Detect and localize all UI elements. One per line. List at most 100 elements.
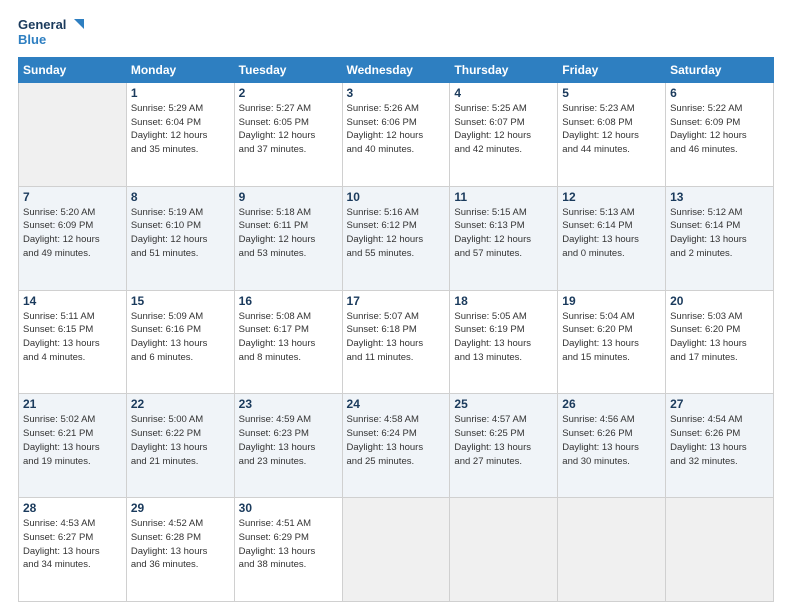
day-number: 9: [239, 190, 338, 204]
week-row-3: 14 Sunrise: 5:11 AM Sunset: 6:15 PM Dayli…: [19, 290, 774, 394]
calendar-cell: 22 Sunrise: 5:00 AM Sunset: 6:22 PM Dayli…: [126, 394, 234, 498]
day-number: 28: [23, 501, 122, 515]
calendar-cell: [666, 498, 774, 602]
calendar-cell: 3 Sunrise: 5:26 AM Sunset: 6:06 PM Daylig…: [342, 82, 450, 186]
calendar-table: SundayMondayTuesdayWednesdayThursdayFrid…: [18, 57, 774, 602]
day-info: Sunrise: 5:09 AM Sunset: 6:16 PM Dayligh…: [131, 310, 230, 365]
calendar-page: General Blue SundayMondayTuesdayWednesda…: [0, 0, 792, 612]
day-number: 30: [239, 501, 338, 515]
day-number: 4: [454, 86, 553, 100]
weekday-header-row: SundayMondayTuesdayWednesdayThursdayFrid…: [19, 57, 774, 82]
day-number: 10: [347, 190, 446, 204]
day-info: Sunrise: 5:03 AM Sunset: 6:20 PM Dayligh…: [670, 310, 769, 365]
day-info: Sunrise: 5:26 AM Sunset: 6:06 PM Dayligh…: [347, 102, 446, 157]
day-info: Sunrise: 4:58 AM Sunset: 6:24 PM Dayligh…: [347, 413, 446, 468]
calendar-cell: 15 Sunrise: 5:09 AM Sunset: 6:16 PM Dayli…: [126, 290, 234, 394]
day-number: 20: [670, 294, 769, 308]
day-number: 26: [562, 397, 661, 411]
day-info: Sunrise: 5:05 AM Sunset: 6:19 PM Dayligh…: [454, 310, 553, 365]
day-number: 2: [239, 86, 338, 100]
day-number: 15: [131, 294, 230, 308]
weekday-header-thursday: Thursday: [450, 57, 558, 82]
calendar-cell: 4 Sunrise: 5:25 AM Sunset: 6:07 PM Daylig…: [450, 82, 558, 186]
logo-arrow-icon: [70, 19, 84, 33]
week-row-5: 28Sunrise: 4:53 AM Sunset: 6:27 PM Dayli…: [19, 498, 774, 602]
calendar-cell: 17 Sunrise: 5:07 AM Sunset: 6:18 PM Dayli…: [342, 290, 450, 394]
day-info: Sunrise: 5:15 AM Sunset: 6:13 PM Dayligh…: [454, 206, 553, 261]
day-number: 16: [239, 294, 338, 308]
calendar-cell: [19, 82, 127, 186]
day-number: 18: [454, 294, 553, 308]
calendar-cell: 16Sunrise: 5:08 AM Sunset: 6:17 PM Dayli…: [234, 290, 342, 394]
weekday-header-sunday: Sunday: [19, 57, 127, 82]
day-info: Sunrise: 5:02 AM Sunset: 6:21 PM Dayligh…: [23, 413, 122, 468]
weekday-header-monday: Monday: [126, 57, 234, 82]
calendar-cell: 13 Sunrise: 5:12 AM Sunset: 6:14 PM Dayli…: [666, 186, 774, 290]
logo-general: General: [18, 18, 84, 33]
day-number: 25: [454, 397, 553, 411]
calendar-cell: [342, 498, 450, 602]
day-number: 14: [23, 294, 122, 308]
calendar-cell: 20 Sunrise: 5:03 AM Sunset: 6:20 PM Dayli…: [666, 290, 774, 394]
day-info: Sunrise: 5:12 AM Sunset: 6:14 PM Dayligh…: [670, 206, 769, 261]
calendar-cell: 19 Sunrise: 5:04 AM Sunset: 6:20 PM Dayli…: [558, 290, 666, 394]
weekday-header-tuesday: Tuesday: [234, 57, 342, 82]
day-number: 24: [347, 397, 446, 411]
calendar-cell: [558, 498, 666, 602]
day-number: 11: [454, 190, 553, 204]
day-info: Sunrise: 5:19 AM Sunset: 6:10 PM Dayligh…: [131, 206, 230, 261]
day-number: 3: [347, 86, 446, 100]
logo-container: General Blue: [18, 18, 84, 47]
header: General Blue: [18, 18, 774, 47]
calendar-cell: 24 Sunrise: 4:58 AM Sunset: 6:24 PM Dayli…: [342, 394, 450, 498]
day-info: Sunrise: 4:59 AM Sunset: 6:23 PM Dayligh…: [239, 413, 338, 468]
calendar-cell: 2 Sunrise: 5:27 AM Sunset: 6:05 PM Daylig…: [234, 82, 342, 186]
calendar-cell: 9 Sunrise: 5:18 AM Sunset: 6:11 PM Daylig…: [234, 186, 342, 290]
day-info: Sunrise: 5:13 AM Sunset: 6:14 PM Dayligh…: [562, 206, 661, 261]
day-info: Sunrise: 5:04 AM Sunset: 6:20 PM Dayligh…: [562, 310, 661, 365]
day-number: 13: [670, 190, 769, 204]
calendar-cell: 23 Sunrise: 4:59 AM Sunset: 6:23 PM Dayli…: [234, 394, 342, 498]
calendar-cell: 12 Sunrise: 5:13 AM Sunset: 6:14 PM Dayli…: [558, 186, 666, 290]
calendar-cell: 7Sunrise: 5:20 AM Sunset: 6:09 PM Daylig…: [19, 186, 127, 290]
day-info: Sunrise: 5:20 AM Sunset: 6:09 PM Dayligh…: [23, 206, 122, 261]
day-number: 27: [670, 397, 769, 411]
day-number: 19: [562, 294, 661, 308]
day-info: Sunrise: 5:27 AM Sunset: 6:05 PM Dayligh…: [239, 102, 338, 157]
day-number: 22: [131, 397, 230, 411]
day-info: Sunrise: 5:18 AM Sunset: 6:11 PM Dayligh…: [239, 206, 338, 261]
calendar-cell: 8Sunrise: 5:19 AM Sunset: 6:10 PM Daylig…: [126, 186, 234, 290]
day-number: 23: [239, 397, 338, 411]
day-number: 12: [562, 190, 661, 204]
calendar-cell: 14 Sunrise: 5:11 AM Sunset: 6:15 PM Dayli…: [19, 290, 127, 394]
day-info: Sunrise: 4:52 AM Sunset: 6:28 PM Dayligh…: [131, 517, 230, 572]
day-info: Sunrise: 5:23 AM Sunset: 6:08 PM Dayligh…: [562, 102, 661, 157]
day-info: Sunrise: 4:57 AM Sunset: 6:25 PM Dayligh…: [454, 413, 553, 468]
logo: General Blue: [18, 18, 84, 47]
day-number: 29: [131, 501, 230, 515]
weekday-header-wednesday: Wednesday: [342, 57, 450, 82]
calendar-cell: 27 Sunrise: 4:54 AM Sunset: 6:26 PM Dayli…: [666, 394, 774, 498]
calendar-cell: 10Sunrise: 5:16 AM Sunset: 6:12 PM Dayli…: [342, 186, 450, 290]
calendar-cell: 5 Sunrise: 5:23 AM Sunset: 6:08 PM Daylig…: [558, 82, 666, 186]
day-number: 21: [23, 397, 122, 411]
day-info: Sunrise: 4:54 AM Sunset: 6:26 PM Dayligh…: [670, 413, 769, 468]
day-info: Sunrise: 5:11 AM Sunset: 6:15 PM Dayligh…: [23, 310, 122, 365]
calendar-cell: 30Sunrise: 4:51 AM Sunset: 6:29 PM Dayli…: [234, 498, 342, 602]
day-info: Sunrise: 5:25 AM Sunset: 6:07 PM Dayligh…: [454, 102, 553, 157]
calendar-cell: 1Sunrise: 5:29 AM Sunset: 6:04 PM Daylig…: [126, 82, 234, 186]
calendar-cell: 21 Sunrise: 5:02 AM Sunset: 6:21 PM Dayli…: [19, 394, 127, 498]
day-number: 6: [670, 86, 769, 100]
calendar-cell: 11 Sunrise: 5:15 AM Sunset: 6:13 PM Dayli…: [450, 186, 558, 290]
week-row-1: 1Sunrise: 5:29 AM Sunset: 6:04 PM Daylig…: [19, 82, 774, 186]
calendar-cell: 28Sunrise: 4:53 AM Sunset: 6:27 PM Dayli…: [19, 498, 127, 602]
week-row-2: 7Sunrise: 5:20 AM Sunset: 6:09 PM Daylig…: [19, 186, 774, 290]
logo-blue: Blue: [18, 33, 84, 47]
day-number: 5: [562, 86, 661, 100]
weekday-header-saturday: Saturday: [666, 57, 774, 82]
day-info: Sunrise: 5:07 AM Sunset: 6:18 PM Dayligh…: [347, 310, 446, 365]
weekday-header-friday: Friday: [558, 57, 666, 82]
calendar-cell: 29 Sunrise: 4:52 AM Sunset: 6:28 PM Dayli…: [126, 498, 234, 602]
day-info: Sunrise: 5:00 AM Sunset: 6:22 PM Dayligh…: [131, 413, 230, 468]
day-number: 17: [347, 294, 446, 308]
